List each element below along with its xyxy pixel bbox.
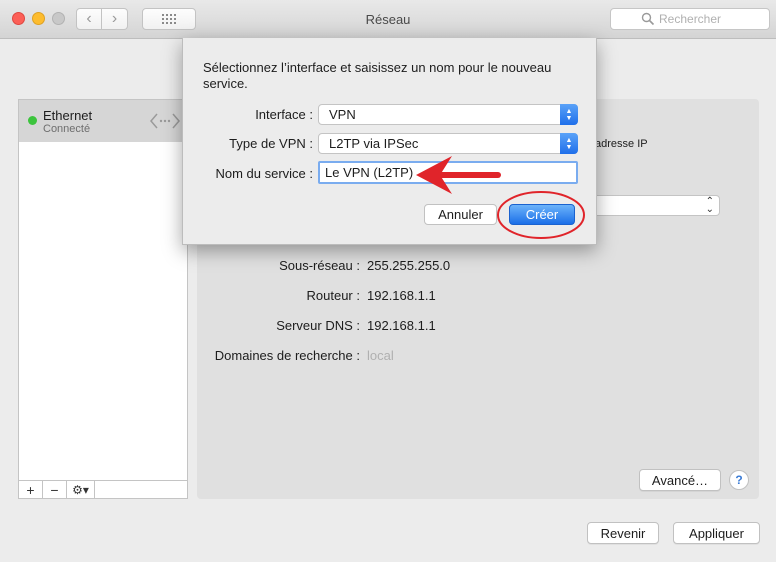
service-item-ethernet[interactable]: Ethernet Connecté — [19, 100, 187, 142]
interface-value: VPN — [329, 107, 356, 122]
title-bar: ‹ › Réseau Rechercher — [0, 0, 776, 39]
subnet-value: 255.255.255.0 — [367, 258, 451, 273]
vpn-type-value: L2TP via IPSec — [329, 136, 419, 151]
service-status: Connecté — [43, 123, 91, 135]
status-indicator — [28, 116, 37, 125]
service-name-field[interactable]: Le VPN (L2TP) — [318, 161, 578, 184]
service-name-label: Nom du service : — [215, 166, 313, 181]
service-list-toolbar: + − ⚙▾ — [18, 480, 188, 499]
service-list[interactable]: Ethernet Connecté — [18, 99, 188, 481]
cancel-button[interactable]: Annuler — [424, 204, 497, 225]
updown-chevron-icon: ⌃ ⌄ — [705, 196, 714, 215]
add-service-button[interactable]: + — [19, 481, 43, 498]
help-button[interactable]: ? — [729, 470, 749, 490]
vpn-type-label: Type de VPN : — [229, 136, 313, 151]
updown-chevron-icon: ▲ ▼ — [560, 133, 578, 154]
ethernet-icon — [150, 113, 180, 129]
advanced-button[interactable]: Avancé… — [639, 469, 721, 491]
remove-service-button[interactable]: − — [43, 481, 67, 498]
search-placeholder: Rechercher — [659, 12, 722, 26]
search-icon — [641, 12, 655, 26]
search-domains-value[interactable]: local — [367, 348, 394, 363]
dns-value: 192.168.1.1 — [367, 318, 436, 333]
gear-menu-button[interactable]: ⚙▾ — [67, 481, 95, 498]
service-name: Ethernet — [43, 108, 93, 123]
new-service-sheet: Sélectionnez l’interface et saisissez un… — [182, 38, 597, 245]
router-label: Routeur : — [306, 288, 360, 303]
revert-button[interactable]: Revenir — [587, 522, 659, 544]
updown-chevron-icon: ▲ ▼ — [560, 104, 578, 125]
interface-label: Interface : — [255, 107, 313, 122]
create-button[interactable]: Créer — [509, 204, 575, 225]
search-domains-label: Domaines de recherche : — [214, 348, 360, 363]
sheet-message: Sélectionnez l’interface et saisissez un… — [203, 60, 552, 91]
search-field[interactable]: Rechercher — [610, 8, 770, 30]
vpn-type-select[interactable]: L2TP via IPSec ▲ ▼ — [318, 133, 578, 154]
dns-label: Serveur DNS : — [276, 318, 360, 333]
subnet-label: Sous-réseau : — [279, 258, 360, 273]
configure-popup[interactable]: ⌃ ⌄ — [597, 195, 720, 216]
interface-select[interactable]: VPN ▲ ▼ — [318, 104, 578, 125]
router-value: 192.168.1.1 — [367, 288, 436, 303]
ip-address-label: adresse IP — [595, 138, 648, 150]
apply-button[interactable]: Appliquer — [673, 522, 760, 544]
